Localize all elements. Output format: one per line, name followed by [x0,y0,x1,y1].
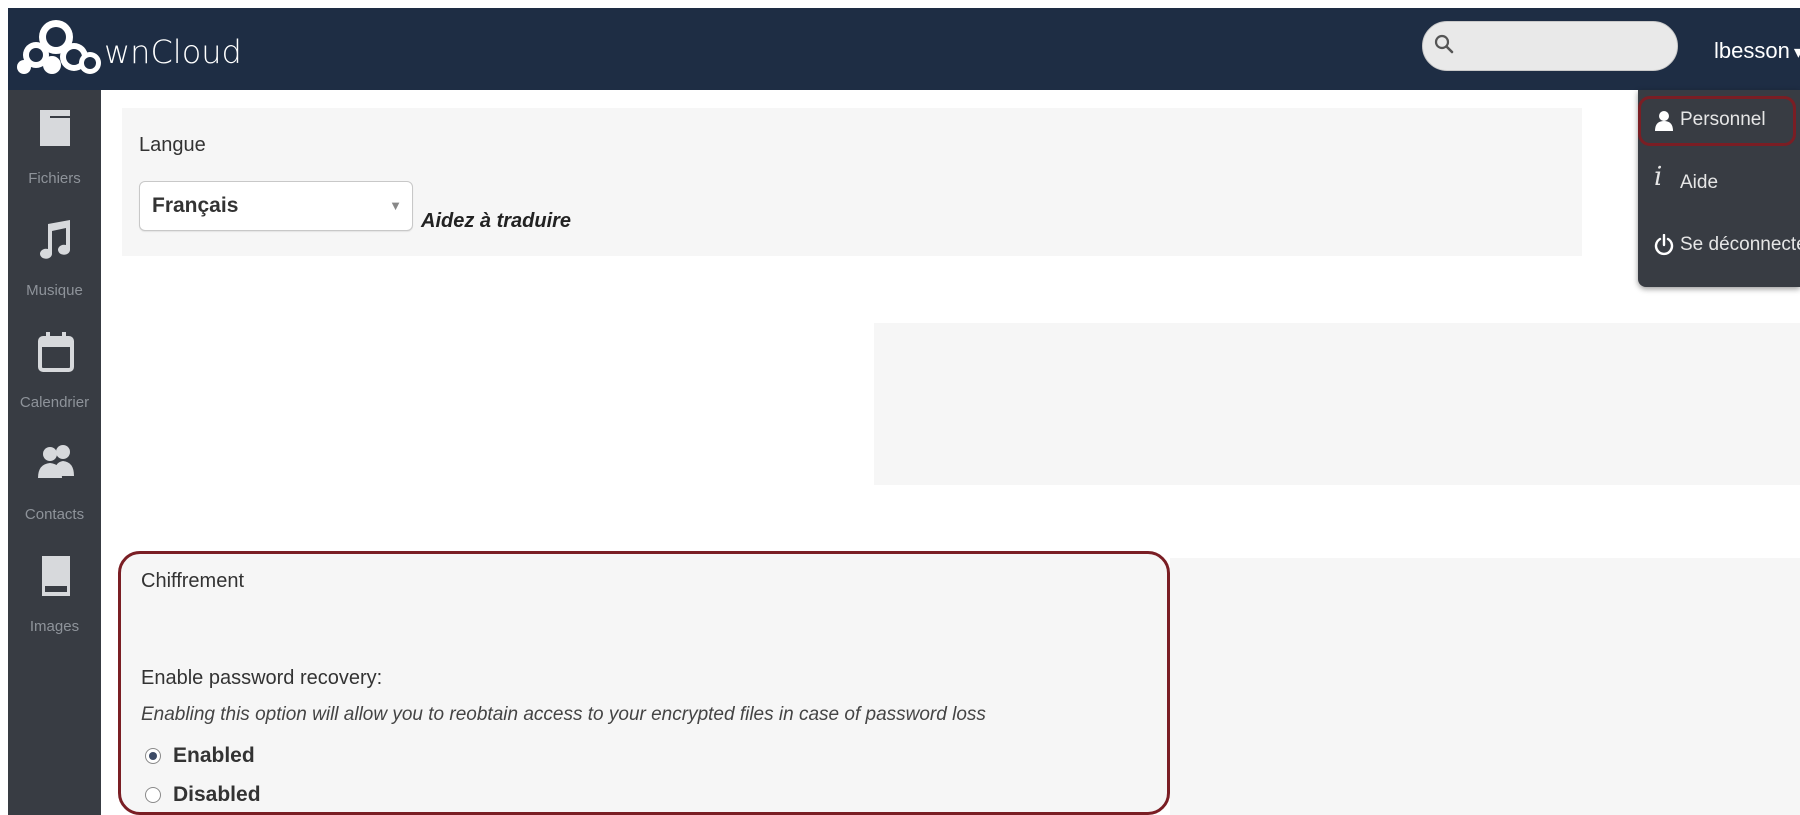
blank-panel [874,323,1800,485]
search-icon [1434,34,1454,54]
sidebar-item-images[interactable]: Images [8,538,101,666]
radio-disabled[interactable] [145,787,161,803]
sidebar-item-music[interactable]: Musique [8,202,101,330]
cloud-logo-icon [17,20,101,74]
blank-panel-lower [1170,558,1800,815]
help-translate-link[interactable]: Aidez à traduire [421,210,571,233]
calendar-icon [38,332,74,372]
language-section: Langue Français ▼ Aidez à traduire [122,108,1582,256]
folder-icon [40,110,70,146]
recovery-disabled-option[interactable]: Disabled [141,783,261,807]
user-dropdown-menu: Personnel i Aide Se déconnecter [1638,90,1800,287]
app-sidebar: Fichiers Musique Calendrier Contacts Ima… [8,90,101,815]
sidebar-item-contacts[interactable]: Contacts [8,426,101,554]
menu-item-personal[interactable]: Personnel [1638,96,1796,146]
owncloud-logo[interactable]: wnCloud [16,18,242,78]
logo-text: wnCloud [104,33,242,71]
image-icon [42,556,70,596]
radio-label: Enabled [173,744,255,767]
search-input[interactable] [1461,30,1661,62]
dropdown-arrow-icon: ▼ [389,198,402,213]
username: lbesson [1714,38,1790,63]
contacts-icon [38,445,74,478]
menu-item-label: Personnel [1680,109,1766,130]
music-note-icon [40,220,70,259]
radio-enabled[interactable] [145,748,161,764]
language-select[interactable]: Français ▼ [139,181,413,231]
recovery-description: Enabling this option will allow you to r… [141,704,986,725]
radio-label: Disabled [173,783,261,806]
chevron-down-icon: ▾ [1793,42,1800,62]
search-box[interactable] [1422,21,1678,71]
sidebar-item-label: Musique [26,282,83,299]
sidebar-item-label: Fichiers [28,170,81,187]
user-menu-button[interactable]: lbesson ▾ [1714,38,1800,64]
menu-item-label: Se déconnecter [1680,234,1800,255]
section-title: Langue [139,134,206,156]
sidebar-item-files[interactable]: Fichiers [8,90,101,218]
language-selected-value: Français [152,194,239,217]
sidebar-item-calendar[interactable]: Calendrier [8,314,101,442]
recovery-enabled-option[interactable]: Enabled [141,744,255,768]
header-bar: wnCloud lbesson ▾ [8,8,1800,90]
section-title: Chiffrement [141,570,245,592]
sidebar-item-label: Contacts [24,506,85,523]
blank-section [122,323,874,485]
power-icon [1654,234,1674,256]
recovery-label: Enable password recovery: [141,667,383,689]
sidebar-item-label: Calendrier [19,394,90,411]
menu-item-help[interactable]: i Aide [1638,158,1800,208]
encryption-section: Chiffrement Enable password recovery: En… [118,551,1170,815]
sidebar-item-label: Images [29,618,80,635]
person-icon [1655,111,1673,131]
info-icon: i [1654,162,1663,192]
menu-item-label: Aide [1680,172,1719,193]
menu-item-logout[interactable]: Se déconnecter [1638,220,1800,270]
